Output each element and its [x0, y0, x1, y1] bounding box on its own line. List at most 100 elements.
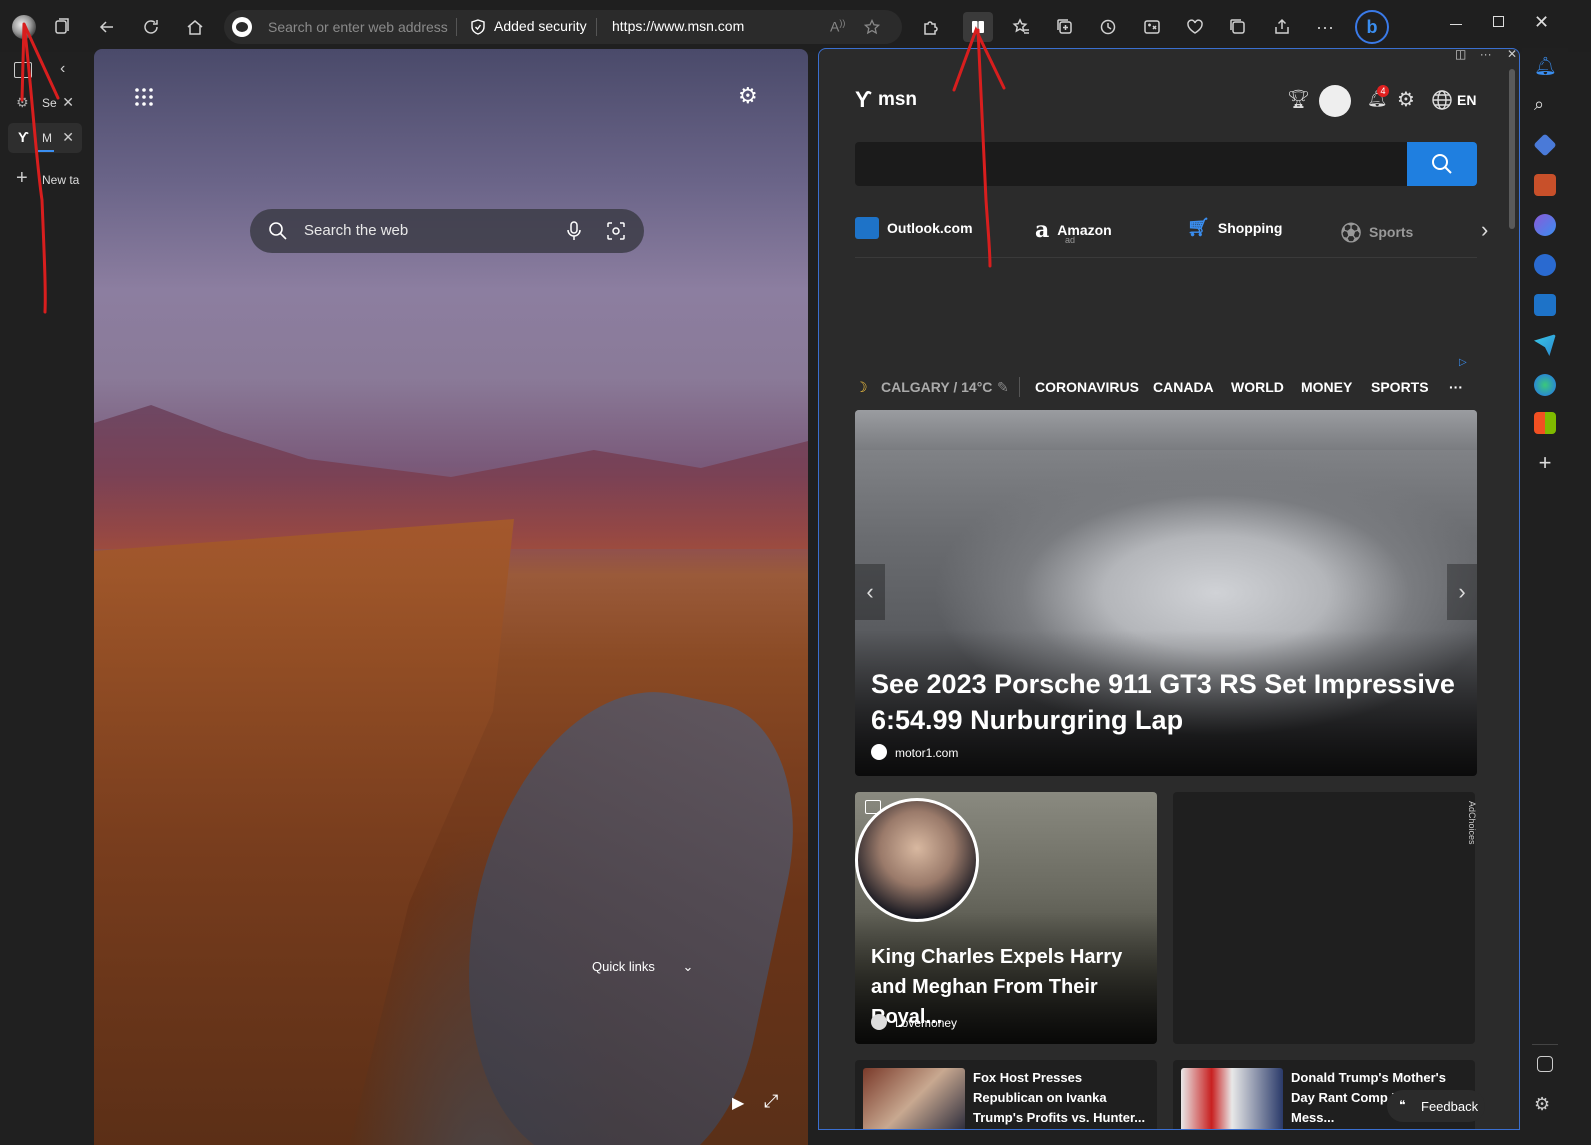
web-search-box[interactable]: Search the web [250, 209, 644, 253]
bing-copilot-button[interactable]: b [1355, 10, 1389, 44]
hero-headline[interactable]: See 2023 Porsche 911 GT3 RS Set Impressi… [871, 666, 1461, 738]
favorite-star-icon[interactable] [864, 19, 880, 35]
story-card-royal[interactable]: King Charles Expels Harry and Meghan Fro… [855, 792, 1157, 1044]
quick-links-toggle[interactable]: Quick links ⌄ [592, 959, 693, 975]
tab-msn[interactable]: ϒ M ✕ [8, 123, 82, 153]
nav-item-coronavirus[interactable]: CORONAVIRUS [1035, 379, 1139, 395]
new-tab-button[interactable]: + New ta [8, 165, 82, 195]
favorites-button[interactable] [1006, 12, 1036, 42]
news-nav-bar: ☽ CALGARY / 14°C ✎ CORONAVIRUS CANADA WO… [855, 375, 1485, 399]
tools-briefcase-icon[interactable] [1534, 174, 1556, 196]
split-layout-icon[interactable]: ◫ [1455, 49, 1466, 61]
carousel-prev-button[interactable]: ‹ [855, 564, 885, 620]
pane-options[interactable]: ◫ ··· ✕ [1455, 49, 1517, 61]
bing-logo-icon: b [1366, 16, 1378, 37]
maximize-button[interactable] [1493, 16, 1504, 27]
back-button[interactable] [92, 12, 122, 42]
read-aloud-icon[interactable]: A)) [830, 18, 845, 35]
notifications-button[interactable]: 🔔︎ 4 [1367, 85, 1389, 109]
nav-item-sports[interactable]: SPORTS [1371, 379, 1429, 395]
tab-label: M [42, 131, 52, 145]
games-icon[interactable] [1534, 214, 1556, 236]
close-tab-icon[interactable]: ✕ [62, 129, 74, 146]
nav-item-world[interactable]: WORLD [1231, 379, 1284, 395]
divider [1532, 1044, 1558, 1045]
visual-search-icon[interactable] [606, 221, 626, 241]
minimize-button[interactable] [1450, 24, 1462, 25]
close-icon: ✕ [1534, 12, 1550, 32]
language-selector[interactable]: EN [1431, 89, 1476, 111]
user-avatar[interactable] [1319, 85, 1351, 117]
add-sidebar-app-button[interactable]: + [1534, 452, 1556, 474]
url-text[interactable]: https://www.msn.com [612, 18, 744, 34]
quick-link-shopping[interactable]: 🛒︎ Shopping [1187, 217, 1282, 238]
story-headline[interactable]: Fox Host Presses Republican on Ivanka Tr… [973, 1068, 1153, 1128]
msn-search-button[interactable] [1407, 142, 1477, 186]
rewards-button[interactable]: 🏆︎ [1287, 89, 1310, 110]
microphone-icon[interactable] [566, 221, 582, 241]
fullscreen-button[interactable]: ⤢ [764, 1091, 778, 1112]
page-settings-button[interactable]: ⚙ [738, 83, 758, 109]
microsoft-store-icon[interactable] [1534, 412, 1556, 434]
history-button[interactable] [1093, 12, 1123, 42]
carousel-next-button[interactable]: › [1447, 564, 1477, 620]
nav-item-money[interactable]: MONEY [1301, 379, 1352, 395]
extensions-button[interactable] [915, 12, 945, 42]
ellipsis-icon[interactable]: ··· [1480, 49, 1492, 61]
msn-search-input[interactable] [855, 142, 1407, 186]
chevron-down-icon: ⌄ [682, 959, 694, 974]
tab-settings[interactable]: ⚙ Se ✕ [8, 88, 82, 118]
feedback-button[interactable]: ❝ Feedback [1387, 1090, 1485, 1122]
chevron-right-icon: › [1458, 579, 1466, 604]
ellipsis-icon[interactable]: ··· [1449, 379, 1463, 395]
notifications-sidebar-button[interactable]: 🔔︎ [1534, 56, 1557, 78]
security-label[interactable]: Added security [494, 18, 587, 34]
outlook-icon[interactable] [1534, 294, 1556, 316]
workspaces-button[interactable] [47, 12, 77, 42]
pane-scrollbar[interactable] [1509, 69, 1515, 229]
close-pane-icon[interactable]: ✕ [1507, 49, 1517, 61]
drop-icon[interactable] [1534, 334, 1556, 356]
apps-launcher-button[interactable] [134, 87, 154, 107]
math-solver-button[interactable] [1137, 12, 1167, 42]
quick-link-sports[interactable]: ⚽︎ Sports [1341, 217, 1413, 246]
adchoices-label[interactable]: AdChoices [1467, 801, 1477, 845]
collections-button[interactable] [1050, 12, 1080, 42]
browser-essentials-button[interactable] [1180, 12, 1210, 42]
sidebar-layout-icon[interactable] [1537, 1056, 1553, 1072]
play-background-button[interactable]: ▶ [732, 1093, 744, 1113]
math-solver-icon [1144, 20, 1160, 34]
edit-pencil-icon[interactable]: ✎ [997, 379, 1009, 396]
image-creator-icon[interactable] [1534, 374, 1556, 396]
address-bar[interactable]: Search or enter web address Added securi… [224, 10, 902, 44]
hero-story-card[interactable]: ‹ › See 2023 Porsche 911 GT3 RS Set Impr… [855, 410, 1477, 776]
adchoices-icon[interactable]: ▷ [1459, 357, 1467, 368]
edge-logo-icon [232, 17, 252, 37]
close-tab-icon[interactable]: ✕ [62, 94, 74, 111]
screenshot-button[interactable] [1223, 12, 1253, 42]
split-screen-button[interactable] [963, 12, 993, 42]
close-window-button[interactable]: ✕ [1534, 12, 1549, 33]
msn-settings-button[interactable]: ⚙ [1397, 87, 1415, 112]
search-sidebar-button[interactable]: ⌕ [1534, 94, 1556, 116]
sidebar-settings-button[interactable]: ⚙ [1534, 1094, 1556, 1116]
quick-link-outlook[interactable]: Outlook.com [855, 217, 973, 239]
more-options-button[interactable]: ··· [1310, 12, 1340, 42]
nav-item-canada[interactable]: CANADA [1153, 379, 1214, 395]
home-button[interactable] [180, 12, 210, 42]
story-card-fox[interactable]: Fox Host Presses Republican on Ivanka Tr… [855, 1060, 1157, 1129]
refresh-button[interactable] [136, 12, 166, 42]
microsoft-365-icon[interactable] [1534, 254, 1556, 276]
tab-actions-icon[interactable] [14, 62, 32, 78]
share-button[interactable] [1267, 12, 1297, 42]
collapse-pane-button[interactable]: ‹ [60, 60, 65, 78]
quick-link-amazon[interactable]: a Amazon ad [1035, 217, 1112, 245]
profile-avatar-button[interactable] [9, 12, 39, 42]
outlook-icon [855, 217, 879, 239]
play-icon: ▶ [732, 1095, 745, 1112]
weather-label[interactable]: CALGARY / 14°C [881, 379, 992, 395]
shopping-tag-icon[interactable] [1533, 133, 1557, 157]
msn-logo[interactable]: ϒ msn [855, 87, 917, 113]
quick-links-next-button[interactable]: › [1481, 217, 1488, 243]
ad-slot[interactable] [1173, 792, 1475, 1044]
